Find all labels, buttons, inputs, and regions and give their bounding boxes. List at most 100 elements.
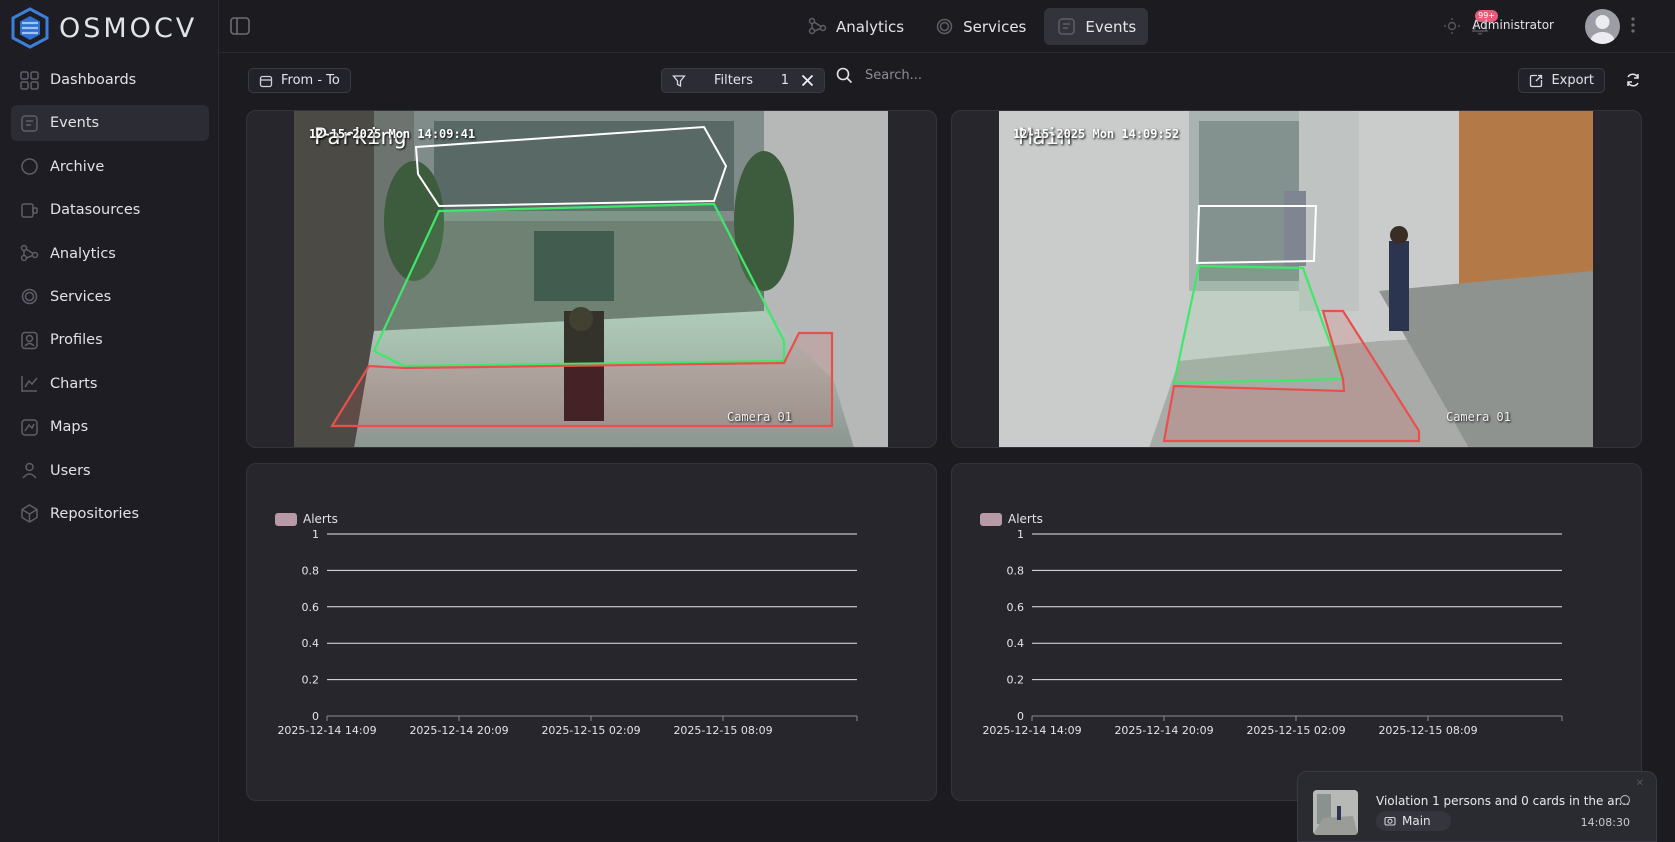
sidebar-item-users[interactable]: Users [11, 453, 209, 489]
users-icon-wrap [19, 460, 40, 481]
camera-id-label: Camera 01 [1445, 410, 1511, 424]
camera-id-label: Camera 01 [726, 410, 792, 424]
tab-label: Services [963, 17, 1027, 36]
sidebar-item-label: Datasources [50, 202, 141, 219]
y-tick-label: 0.6 [302, 601, 320, 614]
tab-events[interactable]: Events [1044, 8, 1149, 45]
date-range-button[interactable]: From - To [248, 68, 351, 93]
avatar[interactable] [1585, 9, 1620, 44]
services-icon [936, 18, 953, 35]
filters-button[interactable]: Filters 1 [661, 68, 825, 93]
chart-icon-wrap [19, 373, 40, 394]
sidebar-item-dashboards[interactable]: Dashboards [11, 62, 209, 98]
events-icon [1058, 18, 1076, 35]
sidebar-item-label: Users [50, 462, 91, 479]
x-tick-label: 2025-12-14 20:09 [1114, 724, 1213, 737]
chart-icon [21, 376, 38, 392]
sidebar-item-profiles[interactable]: Profiles [11, 322, 209, 358]
osmocv-logo-icon [11, 7, 49, 49]
violation-notification[interactable]: ✕ Violation 1 persons and 0 cards in the… [1297, 771, 1657, 842]
y-tick-label: 0.2 [302, 674, 320, 687]
more-options-icon[interactable] [1631, 16, 1635, 34]
x-tick-label: 2025-12-14 14:09 [277, 724, 376, 737]
sidebar-toggle-button[interactable] [229, 15, 251, 37]
camera-icon [1384, 816, 1396, 826]
sidebar-item-analytics[interactable]: Analytics [11, 236, 209, 272]
clear-filters-icon[interactable] [801, 74, 814, 87]
camera-panel-parking[interactable]: Parking 12-15-2025 Mon 14:09:41 Camera 0… [246, 110, 937, 448]
camera-feed-parking[interactable]: Parking 12-15-2025 Mon 14:09:41 Camera 0… [294, 111, 888, 447]
y-tick-label: 1 [312, 528, 319, 541]
refresh-icon[interactable] [1625, 72, 1641, 88]
user-avatar-icon [1590, 15, 1615, 44]
repository-icon [21, 504, 38, 524]
sidebar-nav: Dashboards Events Archive Datasources Analyt… [11, 62, 209, 539]
dashboard-icon [20, 70, 39, 90]
thumbnail-image [1313, 790, 1358, 835]
sidebar-item-repositories[interactable]: Repositories [11, 496, 209, 532]
profile-icon-wrap [19, 330, 40, 351]
sidebar-item-events[interactable]: Events [11, 105, 209, 142]
camera-feed-main[interactable]: Main 12-15-2025 Mon 14:09:52 Camera 01 [999, 111, 1593, 447]
sidebar-item-maps[interactable]: Maps [11, 409, 209, 445]
close-icon[interactable]: ✕ [1636, 778, 1644, 789]
events-icon [21, 115, 38, 132]
sidebar-item-label: Maps [50, 419, 89, 436]
camera-timestamp: 12-15-2025 Mon 14:09:52 [1013, 127, 1180, 141]
sidebar-item-label: Events [50, 115, 100, 132]
search-input[interactable] [865, 68, 1065, 83]
tab-label: Events [1085, 17, 1137, 36]
sidebar-item-label: Services [50, 288, 112, 305]
alerts-chart: 0 0.2 0.4 0.6 0.8 1 2025-12-14 14:09 2025-12-14… [982, 528, 1563, 737]
y-tick-label: 0.8 [302, 564, 320, 577]
notification-time: 14:08:30 [1580, 816, 1630, 829]
x-tick-label: 2025-12-15 02:09 [541, 724, 640, 737]
alerts-chart: 0 0.2 0.4 0.6 0.8 1 2025-12-14 14:09 2025-12-14… [277, 528, 858, 737]
filters-label: Filters [714, 73, 753, 88]
panel-collapse-icon [230, 17, 250, 35]
sidebar-item-archive[interactable]: Archive [11, 149, 209, 185]
tab-analytics[interactable]: Analytics [795, 8, 916, 45]
x-tick-label: 2025-12-15 08:09 [1378, 724, 1477, 737]
theme-toggle-icon[interactable] [1443, 17, 1461, 35]
app-logo[interactable]: OSMOCV [9, 6, 197, 50]
y-tick-label: 0.8 [1007, 564, 1025, 577]
x-tick-label: 2025-12-14 14:09 [982, 724, 1081, 737]
sidebar-item-label: Analytics [50, 245, 116, 262]
unread-indicator-icon[interactable] [1620, 795, 1630, 805]
alerts-chart-panel-2: Alerts 0 0.2 0.4 0.6 0.8 1 2025-12-14 14:09 202… [951, 463, 1642, 801]
filters-count: 1 [780, 73, 789, 88]
sidebar-item-label: Repositories [50, 505, 140, 522]
y-tick-label: 0.4 [302, 637, 320, 650]
event-thumbnail[interactable] [1313, 790, 1358, 835]
dashboard-icon-wrap [19, 70, 40, 91]
analytics-icon [808, 17, 827, 35]
services-icon-wrap [19, 286, 40, 307]
notification-message: Violation 1 persons and 0 cards in the a… [1376, 794, 1630, 808]
export-button[interactable]: Export [1518, 68, 1605, 93]
source-chip[interactable]: Main [1376, 811, 1451, 831]
services-icon [21, 289, 38, 305]
map-icon [21, 418, 38, 436]
top-bar: Analytics Services Events 99+ Administrato… [219, 0, 1675, 53]
y-tick-label: 0.6 [1007, 601, 1025, 614]
datasource-icon-wrap [19, 200, 40, 221]
filter-icon [672, 74, 686, 87]
tab-services[interactable]: Services [922, 8, 1038, 45]
y-tick-label: 0.4 [1007, 637, 1025, 650]
sidebar-item-label: Archive [50, 158, 105, 175]
archive-icon-wrap [19, 156, 40, 177]
x-tick-label: 2025-12-15 02:09 [1246, 724, 1345, 737]
username-label: Administrator [1472, 18, 1554, 32]
sidebar-item-datasources[interactable]: Datasources [11, 192, 209, 228]
analytics-icon-wrap [19, 243, 40, 264]
sidebar-item-label: Charts [50, 375, 98, 392]
export-icon [1530, 74, 1543, 87]
alerts-chart-panel-1: Alerts 0 0.2 0.4 0.6 0.8 1 2025-12-14 14:09 202… [246, 463, 937, 801]
sidebar-item-services[interactable]: Services [11, 279, 209, 315]
camera-panel-main[interactable]: Main 12-15-2025 Mon 14:09:52 Camera 01 [951, 110, 1642, 448]
calendar-icon [259, 75, 273, 87]
camera-image-main [999, 111, 1593, 447]
sidebar-item-charts[interactable]: Charts [11, 366, 209, 402]
sidebar: OSMOCV Dashboards Events Archive Datasource… [0, 0, 219, 842]
